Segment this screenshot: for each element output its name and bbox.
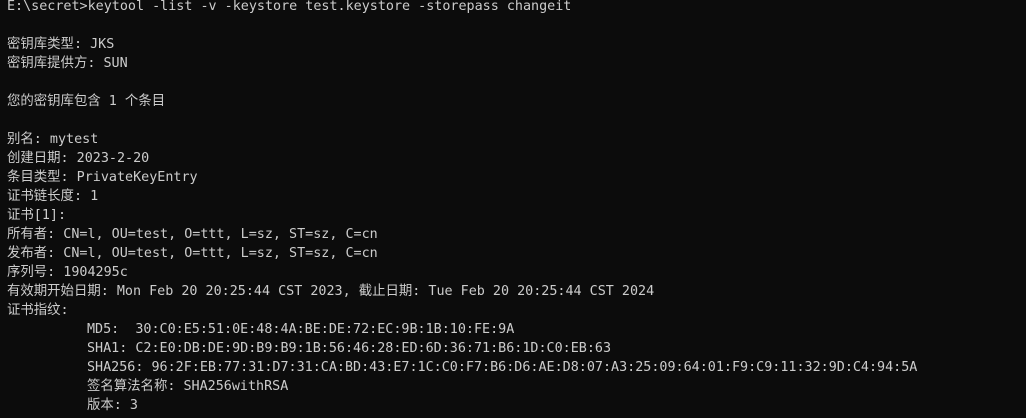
terminal-output: E:\secret>keytool -list -v -keystore tes…: [7, 0, 1026, 415]
chain-length-line: 证书链长度: 1: [7, 189, 99, 204]
owner-line: 所有者: CN=l, OU=test, O=ttt, L=sz, ST=sz, …: [7, 227, 378, 242]
alias-line: 别名: mytest: [7, 132, 99, 147]
sha256-fingerprint-line: SHA256: 96:2F:EB:77:31:D7:31:CA:BD:43:E7…: [87, 360, 918, 375]
fingerprints-header-line: 证书指纹:: [7, 303, 69, 318]
keystore-provider-line: 密钥库提供方: SUN: [7, 56, 128, 71]
creation-date-line: 创建日期: 2023-2-20: [7, 151, 150, 166]
serial-number-line: 序列号: 1904295c: [7, 265, 128, 280]
keystore-type-line: 密钥库类型: JKS: [7, 37, 115, 52]
terminal-window[interactable]: E:\secret>keytool -list -v -keystore tes…: [0, 0, 1026, 418]
validity-line: 有效期开始日期: Mon Feb 20 20:25:44 CST 2023, 截…: [7, 284, 655, 299]
issuer-line: 发布者: CN=l, OU=test, O=ttt, L=sz, ST=sz, …: [7, 246, 378, 261]
entry-type-line: 条目类型: PrivateKeyEntry: [7, 170, 198, 185]
signature-algorithm-line: 签名算法名称: SHA256withRSA: [87, 379, 289, 394]
command-line: E:\secret>keytool -list -v -keystore tes…: [7, 0, 572, 14]
sha1-fingerprint-line: SHA1: C2:E0:DB:DE:9D:B9:B9:1B:56:46:28:E…: [87, 341, 612, 356]
certificate-header-line: 证书[1]:: [7, 208, 67, 223]
md5-fingerprint-line: MD5: 30:C0:E5:51:0E:48:4A:BE:DE:72:EC:9B…: [87, 322, 515, 337]
entry-count-line: 您的密钥库包含 1 个条目: [7, 94, 166, 109]
version-line: 版本: 3: [87, 398, 138, 413]
